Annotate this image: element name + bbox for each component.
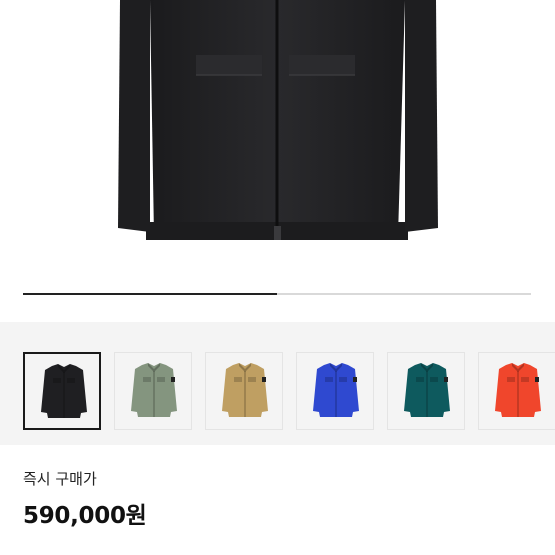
jacket-thumbnail-icon: [313, 363, 359, 417]
jacket-thumbnail-icon: [41, 364, 87, 418]
jacket-thumbnail-icon: [131, 363, 177, 417]
gallery-progress-fill: [23, 293, 277, 295]
instant-buy-label: 즉시 구매가: [23, 470, 97, 488]
thumbnail-6[interactable]: [478, 352, 555, 430]
price-value: 590,000원: [23, 503, 147, 529]
gallery-progress-bar: [23, 293, 531, 295]
thumbnail-1[interactable]: [23, 352, 101, 430]
thumbnail-3[interactable]: [205, 352, 283, 430]
jacket-thumbnail-icon: [222, 363, 268, 417]
jacket-photo-icon: [118, 0, 438, 240]
jacket-thumbnail-icon: [404, 363, 450, 417]
thumbnail-2[interactable]: [114, 352, 192, 430]
product-image[interactable]: [0, 0, 555, 282]
jacket-thumbnail-icon: [495, 363, 541, 417]
color-thumbnail-strip[interactable]: [0, 322, 555, 445]
thumbnail-5[interactable]: [387, 352, 465, 430]
thumbnail-4[interactable]: [296, 352, 374, 430]
